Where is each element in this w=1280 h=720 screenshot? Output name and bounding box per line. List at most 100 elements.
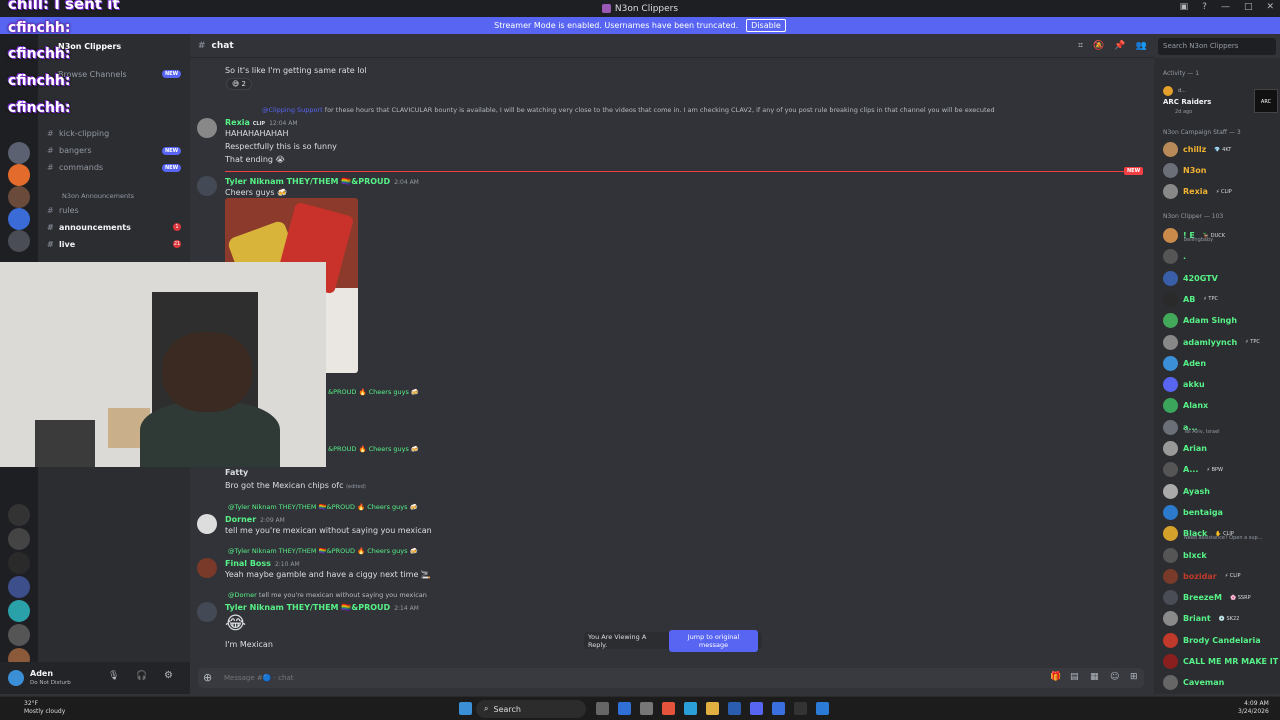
mute-icon[interactable]: 🔕 [1093, 41, 1104, 51]
system-clock[interactable]: 4:09 AM 3/24/2026 [1238, 700, 1269, 716]
member-item[interactable]: 420GTV [1163, 270, 1218, 286]
message-author[interactable]: Tyler Niknam THEY/THEM 🏳️‍🌈&PROUD 2:14 AM [225, 603, 419, 612]
message-author[interactable]: Dorner 2:09 AM [225, 515, 285, 524]
user-avatar[interactable] [8, 670, 24, 686]
apps-icon[interactable]: ⊞ [1130, 672, 1138, 682]
reply-preview[interactable]: @Tyler Niknam THEY/THEM 🏳️‍🌈&PROUD 🔥 Che… [228, 547, 418, 555]
jump-to-original-button[interactable]: Jump to original message [668, 629, 758, 652]
server-icon[interactable] [8, 528, 30, 550]
microphone-icon[interactable]: 🎙 [108, 671, 119, 681]
taskbar-app-icon[interactable] [794, 702, 807, 715]
search-input[interactable]: Search N3on Clippers [1158, 38, 1276, 55]
taskbar-app-icon[interactable] [772, 702, 785, 715]
avatar[interactable] [197, 514, 217, 534]
settings-gear-icon[interactable]: ⚙ [164, 670, 173, 681]
member-item[interactable]: N3on [1163, 163, 1206, 178]
category-n3on-announcements[interactable]: N3on Announcements [62, 192, 134, 200]
member-item[interactable]: A... ⚡ BPW [1163, 462, 1223, 478]
user-name[interactable]: Aden [30, 669, 53, 678]
headphones-icon[interactable]: 🎧 [136, 671, 147, 681]
server-icon[interactable] [8, 208, 30, 230]
channel-rules[interactable]: # rules [47, 206, 79, 215]
message-author[interactable]: Rexia CLIP 12:04 AM [225, 118, 298, 127]
new-badge: NEW [162, 164, 182, 172]
edge-icon[interactable] [684, 702, 697, 715]
server-icon[interactable] [8, 600, 30, 622]
channel-bangers[interactable]: # bangers [47, 146, 92, 155]
member-item[interactable]: blxck [1163, 547, 1207, 563]
member-item[interactable]: Adam Singh [1163, 313, 1237, 329]
message-input[interactable] [224, 671, 924, 685]
help-icon[interactable]: ? [1202, 2, 1207, 12]
member-item[interactable]: Arian [1163, 441, 1207, 456]
member-item[interactable]: Rexia ⚡ CLIP [1163, 184, 1232, 199]
member-item[interactable]: bentaiga [1163, 504, 1223, 520]
message-author[interactable]: Final Boss 2:10 AM [225, 559, 300, 568]
avatar[interactable] [197, 118, 217, 138]
server-icon[interactable] [8, 576, 30, 598]
inbox-icon[interactable]: ▣ [1180, 2, 1189, 12]
gift-icon[interactable]: 🎁 [1050, 672, 1061, 682]
threads-icon[interactable]: ⌗ [1078, 41, 1083, 51]
emoji-icon[interactable]: ☺ [1110, 672, 1119, 682]
reply-preview[interactable]: &PROUD 🔥 Cheers guys 🍻 [328, 388, 419, 396]
member-item[interactable]: . [1163, 249, 1186, 265]
member-item[interactable]: bozidar ⚡ CLIP [1163, 568, 1241, 584]
member-item[interactable]: Brody Candelaria [1163, 632, 1261, 648]
taskbar-app-icon[interactable] [816, 702, 829, 715]
member-item[interactable]: Alanx [1163, 398, 1208, 414]
server-icon[interactable] [8, 552, 30, 574]
member-name: 420GTV [1183, 273, 1218, 283]
server-icon[interactable] [8, 624, 30, 646]
reply-preview[interactable]: @Tyler Niknam THEY/THEM 🏳️‍🌈&PROUD 🔥 Che… [228, 503, 418, 511]
reply-preview[interactable]: &PROUD 🔥 Cheers guys 🍻 [328, 445, 419, 453]
member-item[interactable]: Briant 💿 SK22 [1163, 611, 1239, 627]
disable-streamer-button[interactable]: Disable [746, 19, 786, 32]
gif-icon[interactable]: ▤ [1070, 672, 1079, 682]
member-item[interactable]: akku [1163, 377, 1205, 393]
member-item[interactable]: AB ⚡ TPC [1163, 291, 1218, 307]
message-author[interactable]: Fatty [225, 468, 248, 477]
taskbar-app-icon[interactable] [640, 702, 653, 715]
file-explorer-icon[interactable] [706, 702, 719, 715]
channel-commands[interactable]: # commands [47, 163, 103, 172]
server-icon[interactable] [8, 142, 30, 164]
member-item[interactable]: adamlyynch ⚡ TPC [1163, 334, 1260, 350]
member-item[interactable]: Caveman [1163, 675, 1224, 691]
maximize-button[interactable]: □ [1244, 2, 1253, 12]
server-icon[interactable] [8, 164, 30, 186]
minimize-button[interactable]: — [1221, 2, 1230, 12]
server-icon[interactable] [8, 504, 30, 526]
channel-live[interactable]: # live [47, 240, 75, 249]
avatar[interactable] [197, 176, 217, 196]
message-author[interactable]: Tyler Niknam THEY/THEM 🏳️‍🌈&PROUD 2:04 AM [225, 177, 419, 186]
pin-icon[interactable]: 📌 [1114, 41, 1125, 51]
member-item[interactable]: chillz 💎 4KT [1163, 142, 1231, 157]
taskview-icon[interactable] [596, 702, 609, 715]
member-item[interactable]: BreezeM 🌸 SSRP [1163, 590, 1251, 606]
avatar[interactable] [197, 602, 217, 622]
sticker-icon[interactable]: ▦ [1090, 672, 1099, 682]
member-item[interactable]: CALL ME MR MAKE IT H... [1163, 654, 1280, 669]
start-button[interactable] [459, 702, 472, 715]
member-item[interactable]: Ayash [1163, 483, 1210, 499]
taskbar-search[interactable]: ⌕ Search [476, 700, 586, 718]
close-button[interactable]: ✕ [1266, 2, 1274, 12]
server-icon[interactable] [8, 230, 30, 252]
add-attachment-icon[interactable]: ⊕ [203, 671, 212, 684]
discord-icon[interactable] [750, 702, 763, 715]
members-icon[interactable]: 👥 [1136, 41, 1147, 51]
taskbar-app-icon[interactable] [728, 702, 741, 715]
taskbar-app-icon[interactable] [618, 702, 631, 715]
channel-kick-clipping[interactable]: # kick-clipping [47, 129, 109, 138]
member-item[interactable]: Aden [1163, 355, 1206, 371]
chrome-icon[interactable] [662, 702, 675, 715]
activity-card[interactable]: d... [1163, 86, 1186, 96]
avatar[interactable] [197, 558, 217, 578]
weather-widget[interactable]: 32°F Mostly cloudy [24, 700, 65, 716]
server-icon[interactable] [8, 186, 30, 208]
reply-preview[interactable]: @Clipping Support for these hours that C… [262, 106, 995, 114]
reaction-pill[interactable]: 😅 2 [226, 78, 252, 90]
channel-announcements[interactable]: # announcements [47, 223, 131, 232]
reply-preview[interactable]: @Dorner tell me you're mexican without s… [228, 591, 427, 599]
